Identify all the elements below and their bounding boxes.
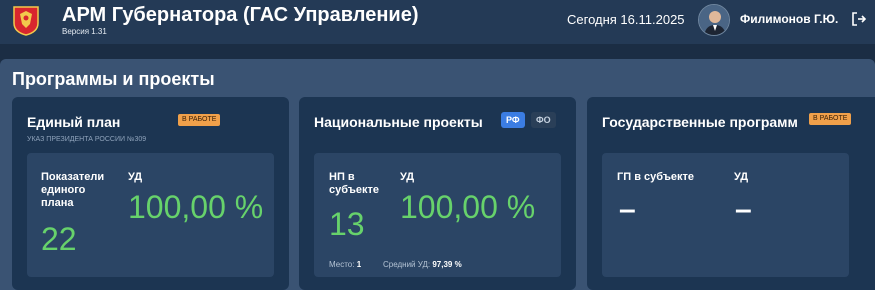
card-title: Национальные проекты xyxy=(314,114,483,130)
metric-value: 100,00 % xyxy=(128,189,264,225)
metrics-panel: ГП в субъекте УД – – xyxy=(602,153,849,277)
card-title: Государственные программ xyxy=(602,114,798,130)
top-bar: АРМ Губернатора (ГАС Управление) Версия … xyxy=(0,0,875,44)
logout-icon[interactable] xyxy=(850,10,868,28)
metric-value: – xyxy=(619,193,636,226)
app-title: АРМ Губернатора (ГАС Управление) xyxy=(62,4,419,26)
metric-label: Показатели единого плана xyxy=(41,171,105,209)
section-title: Программы и проекты xyxy=(12,69,215,89)
metric-value: – xyxy=(735,193,752,226)
national-projects-card[interactable]: Национальные проекты РФ ФО НП в субъекте… xyxy=(299,97,576,290)
app-version: Версия 1.31 xyxy=(62,27,107,36)
metric-label: УД xyxy=(400,171,415,183)
user-name[interactable]: Филимонов Г.Ю. xyxy=(740,12,838,26)
metric-label: УД xyxy=(734,171,749,183)
programs-section: Программы и проекты Единый план В РАБОТЕ… xyxy=(0,59,875,290)
place-label: Место: xyxy=(329,260,355,269)
tab-rf[interactable]: РФ xyxy=(501,112,525,128)
today-date: Сегодня 16.11.2025 xyxy=(567,12,685,27)
average-info: Средний УД: 97,39 % xyxy=(383,260,462,269)
state-programs-card[interactable]: Государственные программ В РАБОТЕ ГП в с… xyxy=(587,97,875,290)
place-value: 1 xyxy=(356,260,362,269)
status-badge: В РАБОТЕ xyxy=(809,113,852,125)
metric-label: НП в субъекте xyxy=(329,171,380,196)
average-label: Средний УД: xyxy=(383,260,431,269)
place-info: Место: 1 xyxy=(329,260,361,269)
metric-value: 13 xyxy=(329,206,365,242)
metric-value: 22 xyxy=(41,221,77,257)
metrics-panel: НП в субъекте УД 100,00 % 13 Место: 1 Ср… xyxy=(314,153,561,277)
average-value: 97,39 % xyxy=(432,260,462,269)
tab-fo[interactable]: ФО xyxy=(531,112,556,128)
metrics-panel: Показатели единого плана УД 100,00 % 22 xyxy=(27,153,274,277)
card-subtitle: УКАЗ ПРЕЗИДЕНТА РОССИИ №309 xyxy=(27,136,147,143)
coat-of-arms-icon xyxy=(13,6,39,36)
single-plan-card[interactable]: Единый план В РАБОТЕ УКАЗ ПРЕЗИДЕНТА РОС… xyxy=(12,97,289,290)
metric-label: УД xyxy=(128,171,143,183)
avatar[interactable] xyxy=(698,4,730,36)
status-badge: В РАБОТЕ xyxy=(178,114,221,126)
card-title: Единый план xyxy=(27,114,121,130)
metric-value: 100,00 % xyxy=(400,189,536,225)
metric-label: ГП в субъекте xyxy=(617,171,695,183)
